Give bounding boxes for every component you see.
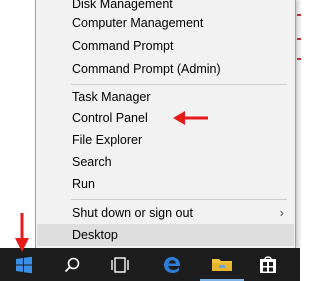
chevron-right-icon: › [279, 205, 284, 220]
background-text-mark [297, 58, 301, 60]
menu-item-shut-down-or-sign-out[interactable]: Shut down or sign out › [37, 202, 294, 224]
edge-browser-icon [164, 256, 181, 273]
taskbar-search-button[interactable] [54, 248, 90, 281]
taskbar [0, 248, 300, 281]
background-text-mark [297, 14, 301, 16]
windows-start-icon [16, 256, 32, 273]
background-text-mark [297, 38, 301, 40]
menu-item-computer-management[interactable]: Computer Management [37, 12, 294, 34]
menu-item-desktop[interactable]: Desktop [37, 224, 294, 246]
menu-item-command-prompt[interactable]: Command Prompt [37, 35, 294, 57]
store-icon [260, 255, 276, 273]
menu-separator [71, 199, 287, 200]
menu-item-search[interactable]: Search [37, 151, 294, 173]
menu-item-label: Disk Management [72, 0, 173, 11]
power-user-menu: Disk Management Computer Management Comm… [35, 0, 296, 248]
search-icon [64, 257, 80, 272]
menu-item-label: Command Prompt (Admin) [72, 62, 221, 76]
store-button[interactable] [248, 248, 288, 281]
menu-item-task-manager[interactable]: Task Manager [37, 86, 294, 108]
menu-separator [71, 84, 287, 85]
menu-item-run[interactable]: Run [37, 173, 294, 195]
menu-item-command-prompt-admin[interactable]: Command Prompt (Admin) [37, 58, 294, 80]
menu-item-label: Control Panel [72, 111, 148, 125]
menu-item-label: Search [72, 155, 112, 169]
menu-item-file-explorer[interactable]: File Explorer [37, 129, 294, 151]
edge-browser-button[interactable] [152, 248, 192, 281]
menu-item-label: Run [72, 177, 95, 191]
file-explorer-button[interactable] [200, 248, 244, 281]
menu-item-label: Command Prompt [72, 39, 174, 53]
annotation-arrow-left-icon [173, 111, 208, 125]
task-view-icon [111, 256, 129, 273]
task-view-button[interactable] [100, 248, 140, 281]
menu-item-label: Desktop [72, 228, 118, 242]
file-explorer-icon [212, 258, 232, 271]
menu-item-label: File Explorer [72, 133, 143, 147]
menu-item-control-panel[interactable]: Control Panel [37, 107, 294, 129]
menu-item-label: Shut down or sign out [72, 206, 193, 220]
annotation-arrow-down-icon [15, 213, 29, 252]
menu-item-label: Task Manager [72, 90, 151, 104]
menu-item-label: Computer Management [72, 16, 204, 30]
